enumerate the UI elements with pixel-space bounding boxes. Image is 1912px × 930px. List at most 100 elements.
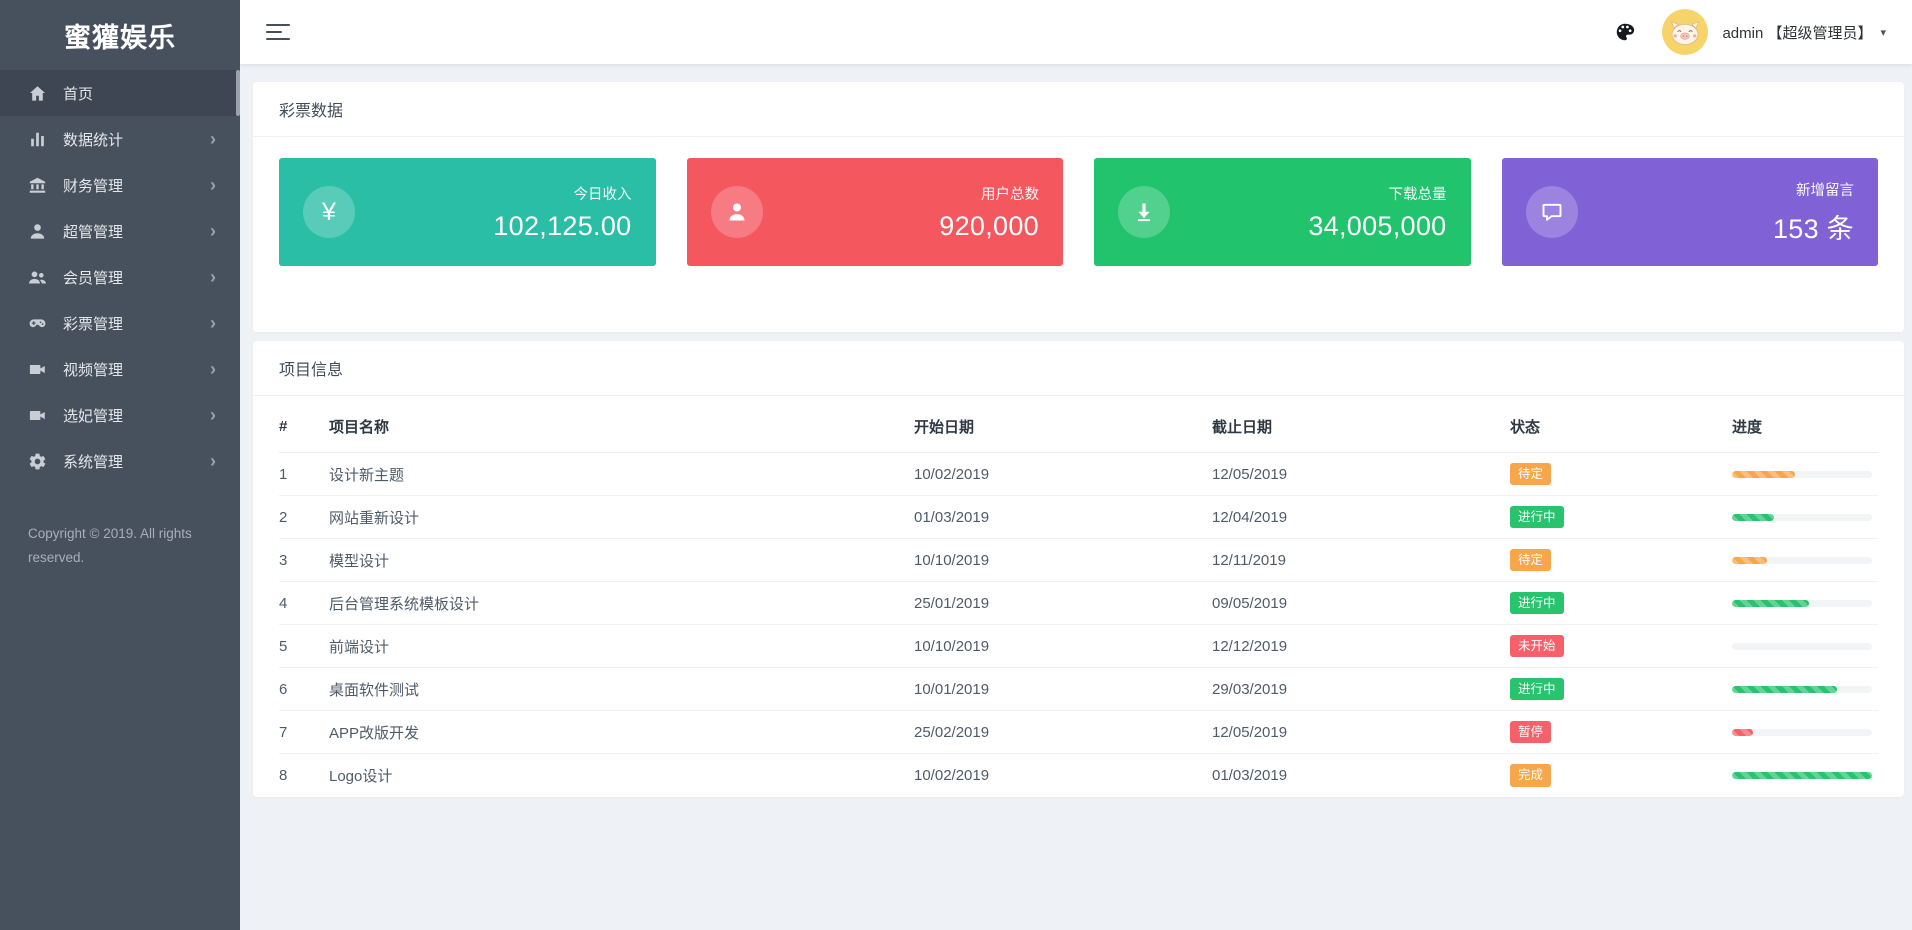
chevron-right-icon: ›	[210, 175, 216, 195]
cell-project-name: 后台管理系统模板设计	[329, 581, 914, 625]
home-icon	[28, 84, 47, 103]
projects-table: # 项目名称 开始日期 截止日期 状态 进度 1 设计新主题 10/02/2019 12/…	[279, 396, 1878, 797]
user-name: admin 【超级管理员】	[1722, 24, 1873, 42]
cell-start-date: 25/01/2019	[914, 581, 1212, 625]
user-menu[interactable]: admin 【超级管理员】 ▾	[1722, 22, 1886, 43]
stat-card-label: 用户总数	[981, 186, 1039, 203]
sidebar-item-会员管理[interactable]: 会员管理 ›	[0, 254, 240, 300]
column-header: 开始日期	[914, 396, 1212, 453]
person-icon	[710, 186, 763, 238]
status-badge: 进行中	[1510, 505, 1564, 529]
copyright-text: Copyright © 2019. All rights reserved.	[28, 526, 192, 565]
table-body: 1 设计新主题 10/02/2019 12/05/2019 待定 2 网站重新设…	[279, 452, 1878, 797]
cell-end-date: 12/12/2019	[1212, 624, 1510, 668]
status-badge: 完成	[1510, 763, 1552, 787]
cell-progress	[1732, 581, 1878, 625]
topbar: admin 【超级管理员】 ▾	[240, 0, 1912, 64]
palette-icon[interactable]	[1614, 21, 1636, 43]
progress-fill	[1732, 599, 1809, 607]
progress-bar	[1732, 771, 1872, 779]
cell-end-date: 12/05/2019	[1212, 710, 1510, 754]
table-header-row: # 项目名称 开始日期 截止日期 状态 进度	[279, 396, 1878, 453]
sidebar-menu: 首页 数据统计 › 财务管理 › 超管管理 › 会员管理 › 彩票管理 › 视频…	[0, 70, 240, 484]
stat-card-label: 新增留言	[1796, 182, 1854, 199]
sidebar-item-系统管理[interactable]: 系统管理 ›	[0, 438, 240, 484]
progress-fill	[1732, 771, 1872, 779]
cell-id: 1	[279, 452, 329, 496]
column-header: #	[279, 396, 329, 453]
cell-id: 4	[279, 581, 329, 625]
main-area: admin 【超级管理员】 ▾ 彩票数据 ¥ 今日收入 102,125.00 用…	[240, 0, 1912, 930]
cell-progress	[1732, 624, 1878, 668]
sidebar-item-视频管理[interactable]: 视频管理 ›	[0, 346, 240, 392]
table-row: 1 设计新主题 10/02/2019 12/05/2019 待定	[279, 452, 1878, 496]
column-header: 进度	[1732, 396, 1878, 453]
status-badge: 待定	[1510, 462, 1552, 486]
cell-progress	[1732, 710, 1878, 754]
cell-id: 8	[279, 766, 288, 784]
stat-card: ¥ 今日收入 102,125.00	[279, 158, 656, 266]
cell-end-date: 12/05/2019	[1212, 452, 1510, 496]
progress-fill	[1732, 685, 1837, 693]
status-badge: 进行中	[1510, 591, 1564, 615]
bank-icon	[28, 176, 47, 195]
progress-fill	[1732, 513, 1774, 521]
cell-project-name: 前端设计	[329, 624, 914, 668]
avatar[interactable]	[1662, 9, 1709, 55]
sidebar-item-超管管理[interactable]: 超管管理 ›	[0, 208, 240, 254]
users-icon	[28, 268, 47, 287]
cell-project-name: 桌面软件测试	[329, 667, 914, 711]
cell-status: 进行中	[1510, 581, 1732, 625]
cell-progress	[1732, 495, 1878, 539]
cell-start-date: 25/02/2019	[914, 710, 1212, 754]
bar-chart-icon	[28, 130, 47, 149]
chevron-right-icon: ›	[210, 267, 216, 287]
progress-bar	[1732, 556, 1872, 564]
cell-id: 3	[279, 538, 329, 582]
stat-card-meta: 用户总数 920,000	[939, 183, 1039, 242]
chevron-right-icon: ›	[210, 313, 216, 333]
gear-icon	[28, 452, 47, 471]
chevron-right-icon: ›	[210, 221, 216, 241]
stat-card-label: 下载总量	[1388, 186, 1447, 203]
cell-project-name: 设计新主题	[329, 452, 914, 496]
cell-end-date: 09/05/2019	[1212, 581, 1510, 625]
sidebar-item-label: 数据统计	[63, 131, 124, 149]
table-row: 3 模型设计 10/10/2019 12/11/2019 待定	[279, 538, 1878, 582]
progress-bar	[1732, 513, 1872, 521]
sidebar-item-选妃管理[interactable]: 选妃管理 ›	[0, 392, 240, 438]
cell-end-date: 01/03/2019	[1212, 766, 1288, 784]
sidebar-item-数据统计[interactable]: 数据统计 ›	[0, 116, 240, 162]
progress-bar	[1732, 685, 1872, 693]
panel-title-projects: 项目信息	[253, 341, 1904, 396]
cell-project-name: 模型设计	[329, 538, 914, 582]
cell-id: 7	[279, 710, 329, 754]
cell-status: 进行中	[1510, 667, 1732, 711]
video-icon	[28, 406, 47, 425]
stat-card: 用户总数 920,000	[686, 158, 1063, 266]
status-badge: 进行中	[1510, 677, 1564, 701]
sidebar-item-首页[interactable]: 首页	[0, 70, 240, 116]
cell-progress	[1732, 667, 1878, 711]
status-badge: 未开始	[1510, 634, 1564, 658]
table-row: 6 桌面软件测试 10/01/2019 29/03/2019 进行中	[279, 667, 1878, 711]
progress-fill	[1732, 728, 1753, 736]
cell-progress	[1732, 754, 1878, 797]
sidebar-scrollbar[interactable]	[236, 70, 240, 116]
sidebar-item-彩票管理[interactable]: 彩票管理 ›	[0, 300, 240, 346]
table-row: 4 后台管理系统模板设计 25/01/2019 09/05/2019 进行中	[279, 581, 1878, 625]
cell-status: 未开始	[1510, 624, 1732, 668]
menu-toggle-icon[interactable]	[266, 23, 290, 41]
sidebar-item-label: 彩票管理	[63, 315, 124, 333]
cell-status: 进行中	[1510, 495, 1732, 539]
progress-bar	[1732, 599, 1872, 607]
cell-end-date: 12/04/2019	[1212, 495, 1510, 539]
topbar-right: admin 【超级管理员】 ▾	[1614, 9, 1886, 55]
stat-cards: ¥ 今日收入 102,125.00 用户总数 920,000 下载总量 34,0…	[253, 137, 1904, 332]
sidebar-item-label: 超管管理	[63, 223, 124, 241]
stat-card-value: 102,125.00	[493, 210, 632, 241]
progress-bar	[1732, 728, 1872, 736]
cell-progress	[1732, 452, 1878, 496]
table-row: 8 Logo设计 10/02/2019 01/03/2019 完成	[279, 754, 1878, 797]
sidebar-item-财务管理[interactable]: 财务管理 ›	[0, 162, 240, 208]
